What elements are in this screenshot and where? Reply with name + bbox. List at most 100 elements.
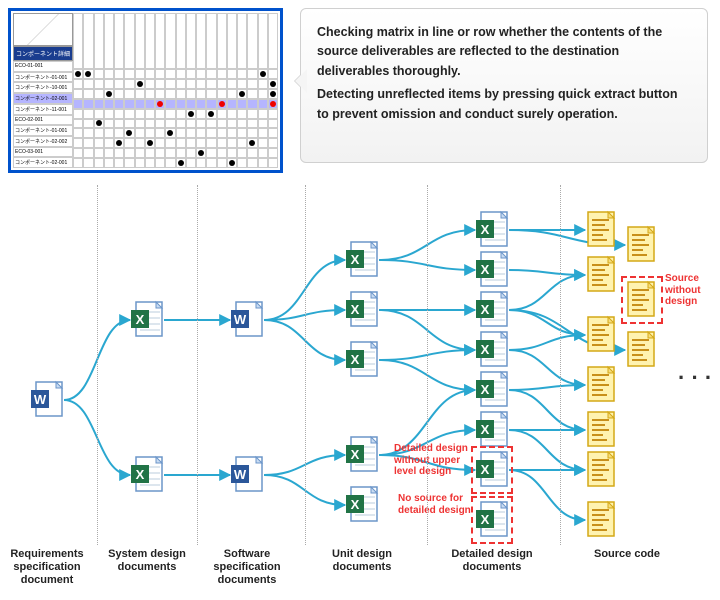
matrix-cell xyxy=(186,148,196,158)
matrix-dot-icon xyxy=(270,91,276,97)
matrix-cell xyxy=(176,69,186,79)
matrix-cell xyxy=(145,158,155,168)
matrix-col-header xyxy=(258,13,268,69)
matrix-cell xyxy=(145,69,155,79)
matrix-cell xyxy=(135,99,145,109)
excel-document-icon xyxy=(475,410,509,450)
matrix-cell xyxy=(73,79,83,89)
matrix-col-header xyxy=(83,13,93,69)
matrix-cell xyxy=(165,119,175,129)
matrix-dot-icon xyxy=(167,130,173,136)
matrix-cell xyxy=(206,109,216,119)
matrix-dot-icon xyxy=(260,71,266,77)
matrix-cell xyxy=(165,89,175,99)
matrix-cell xyxy=(196,89,206,99)
matrix-row-header: コンポーネント-02-001 xyxy=(13,93,73,104)
column-divider xyxy=(560,185,561,545)
matrix-row-header: コンポーネント-02-002 xyxy=(13,136,73,147)
matrix-cell xyxy=(114,119,124,129)
matrix-cell xyxy=(83,79,93,89)
matrix-cell xyxy=(114,158,124,168)
matrix-cell xyxy=(237,128,247,138)
matrix-cell xyxy=(104,109,114,119)
matrix-cell xyxy=(114,79,124,89)
matrix-cell xyxy=(258,138,268,148)
matrix-cell xyxy=(217,128,227,138)
matrix-dot-icon xyxy=(147,140,153,146)
matrix-cell xyxy=(268,79,278,89)
matrix-cell xyxy=(217,158,227,168)
matrix-cell xyxy=(268,69,278,79)
matrix-col-header xyxy=(196,13,206,69)
matrix-cell xyxy=(268,128,278,138)
matrix-cell xyxy=(73,128,83,138)
issue-highlight-box xyxy=(471,446,513,494)
matrix-cell xyxy=(124,79,134,89)
matrix-cell xyxy=(83,109,93,119)
column-label: Detailed design documents xyxy=(442,548,542,574)
matrix-cell xyxy=(206,119,216,129)
matrix-cell xyxy=(165,69,175,79)
matrix-cell xyxy=(104,79,114,89)
matrix-dot-highlight-icon xyxy=(270,101,276,107)
label-no-source: No source for detailed design xyxy=(398,493,473,516)
matrix-cell xyxy=(165,148,175,158)
matrix-cell xyxy=(145,99,155,109)
matrix-cell xyxy=(94,148,104,158)
excel-document-icon xyxy=(475,330,509,370)
matrix-cell xyxy=(124,148,134,158)
matrix-cell xyxy=(176,158,186,168)
matrix-cell xyxy=(165,99,175,109)
matrix-cell xyxy=(268,148,278,158)
matrix-cell xyxy=(135,128,145,138)
callout-text-2: Detecting unreflected items by pressing … xyxy=(317,85,691,124)
traceability-arrow xyxy=(509,335,585,350)
matrix-cell xyxy=(247,99,257,109)
matrix-cell xyxy=(176,109,186,119)
matrix-cell xyxy=(73,99,83,109)
matrix-cell xyxy=(196,148,206,158)
matrix-row-header: コンポーネント-10-001 xyxy=(13,82,73,93)
matrix-cell xyxy=(165,109,175,119)
excel-document-icon xyxy=(345,240,379,280)
excel-document-icon xyxy=(475,250,509,290)
source-code-icon xyxy=(585,315,619,355)
matrix-cell xyxy=(217,69,227,79)
matrix-cell xyxy=(114,99,124,109)
matrix-cell xyxy=(145,138,155,148)
matrix-cell xyxy=(258,119,268,129)
excel-document-icon xyxy=(345,485,379,525)
matrix-cell xyxy=(247,128,257,138)
matrix-col-header xyxy=(104,13,114,69)
matrix-dot-icon xyxy=(116,140,122,146)
matrix-cell xyxy=(186,128,196,138)
matrix-cell xyxy=(73,158,83,168)
matrix-col-header xyxy=(227,13,237,69)
matrix-row-header: コンポーネント-11-001 xyxy=(13,104,73,115)
column-divider xyxy=(97,185,98,545)
matrix-cell xyxy=(196,99,206,109)
source-code-icon xyxy=(585,410,619,450)
matrix-cell xyxy=(196,138,206,148)
matrix-cell xyxy=(124,138,134,148)
matrix-dot-icon xyxy=(75,71,81,77)
matrix-cell xyxy=(227,109,237,119)
traceability-arrow xyxy=(509,390,585,430)
matrix-cell xyxy=(104,158,114,168)
matrix-cell xyxy=(258,158,268,168)
label-detail-without-upper: Detailed design without upper level desi… xyxy=(394,443,472,478)
matrix-col-header xyxy=(73,13,83,69)
traceability-arrow xyxy=(509,430,585,470)
matrix-cell xyxy=(206,128,216,138)
matrix-cell xyxy=(247,89,257,99)
matrix-dot-highlight-icon xyxy=(157,101,163,107)
matrix-cell xyxy=(237,109,247,119)
matrix-dot-icon xyxy=(270,81,276,87)
issue-highlight-box xyxy=(471,496,513,544)
matrix-cell xyxy=(258,69,268,79)
matrix-cell xyxy=(104,138,114,148)
matrix-cell xyxy=(237,148,247,158)
matrix-cell xyxy=(124,119,134,129)
matrix-cell xyxy=(227,79,237,89)
matrix-cell xyxy=(73,69,83,79)
